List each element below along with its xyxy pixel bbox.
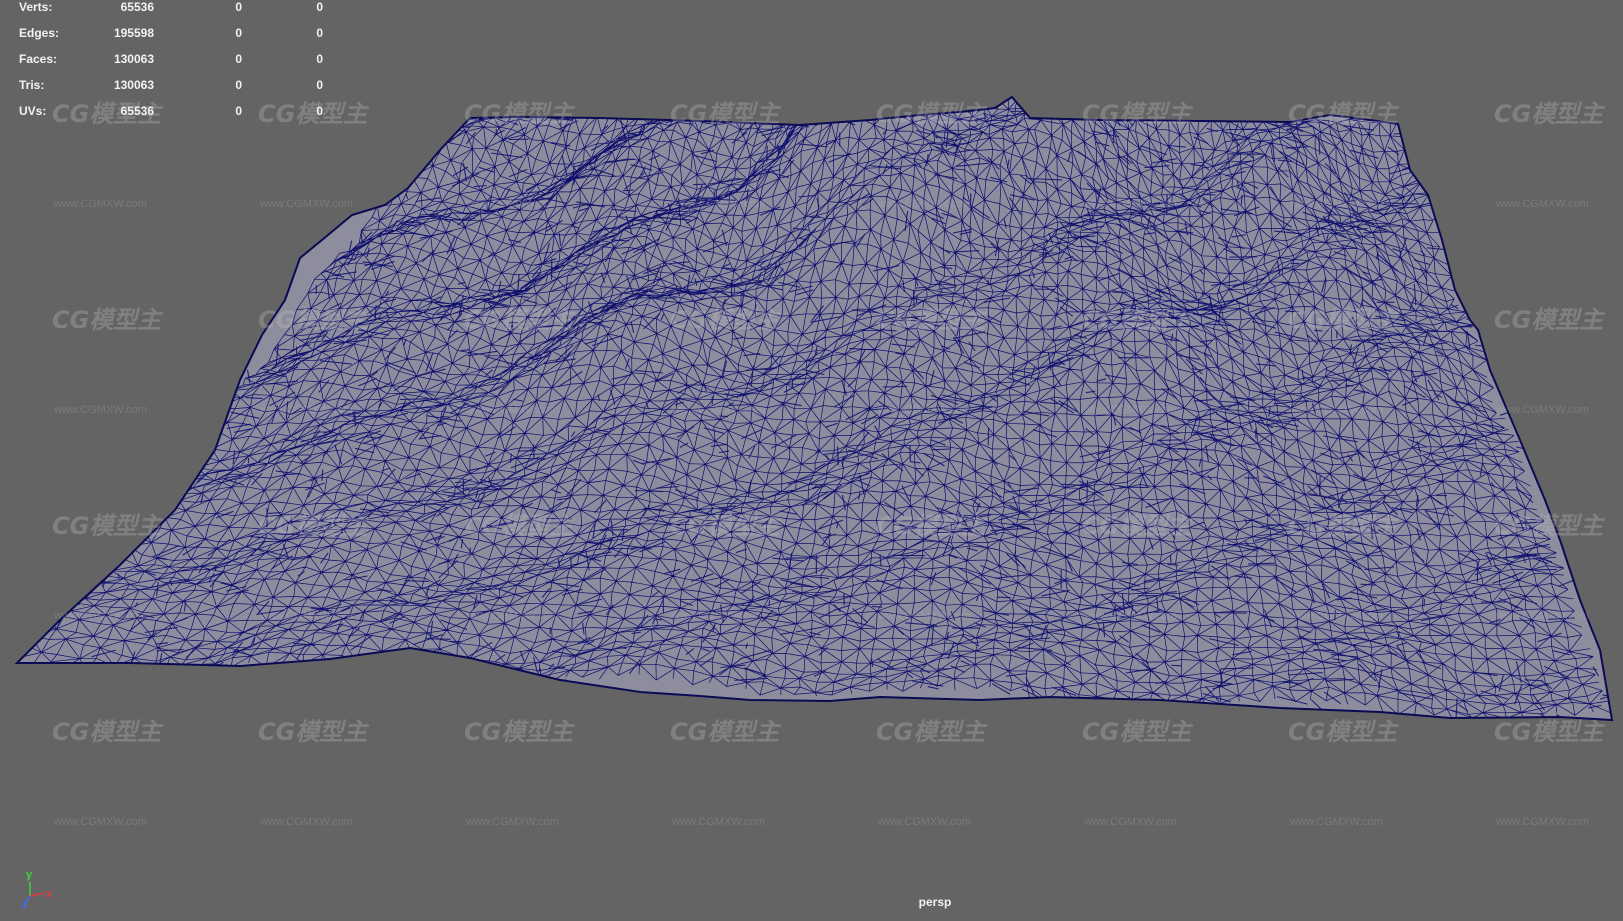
hud-value-object: 65536: [120, 104, 154, 118]
terrain-wireframe-mesh[interactable]: [0, 0, 1623, 921]
hud-value-object: 65536: [120, 0, 154, 14]
hud-label: UVs:: [19, 104, 47, 118]
z-axis-label: z: [22, 899, 28, 908]
x-axis-line: [29, 892, 45, 897]
hud-value-selected: 0: [235, 78, 242, 92]
axis-gizmo-icon: y x z: [22, 869, 53, 908]
hud-value-selected: 0: [235, 26, 242, 40]
hud-row-faces: Faces: 130063 0 0: [19, 52, 339, 78]
hud-row-edges: Edges: 195598 0 0: [19, 26, 339, 52]
hud-label: Faces:: [19, 52, 58, 66]
hud-value-component: 0: [316, 78, 323, 92]
hud-value-component: 0: [316, 26, 323, 40]
hud-value-selected: 0: [235, 104, 242, 118]
y-axis-label: y: [26, 869, 33, 881]
hud-value-selected: 0: [235, 0, 242, 14]
maya-viewport[interactable]: CG模型主 www.CGMXW.com CG模型主 www.CGMXW.com CG模型…: [0, 0, 1623, 921]
hud-value-object: 195598: [113, 26, 154, 40]
hud-row-uvs: UVs: 65536 0 0: [19, 104, 339, 130]
poly-count-hud: Verts: 65536 0 0 Edges: 195598 0 0 Faces…: [19, 0, 339, 130]
hud-label: Tris:: [19, 78, 45, 92]
hud-value-object: 130063: [113, 52, 154, 66]
camera-name-label: persp: [918, 895, 952, 909]
hud-value-object: 130063: [113, 78, 154, 92]
hud-row-verts: Verts: 65536 0 0: [19, 0, 339, 26]
hud-value-selected: 0: [235, 52, 242, 66]
hud-value-component: 0: [316, 104, 323, 118]
x-axis-label: x: [46, 888, 53, 900]
hud-label: Verts:: [19, 0, 53, 14]
hud-value-component: 0: [316, 52, 323, 66]
hud-value-component: 0: [316, 0, 323, 14]
hud-label: Edges:: [19, 26, 60, 40]
hud-row-tris: Tris: 130063 0 0: [19, 78, 339, 104]
